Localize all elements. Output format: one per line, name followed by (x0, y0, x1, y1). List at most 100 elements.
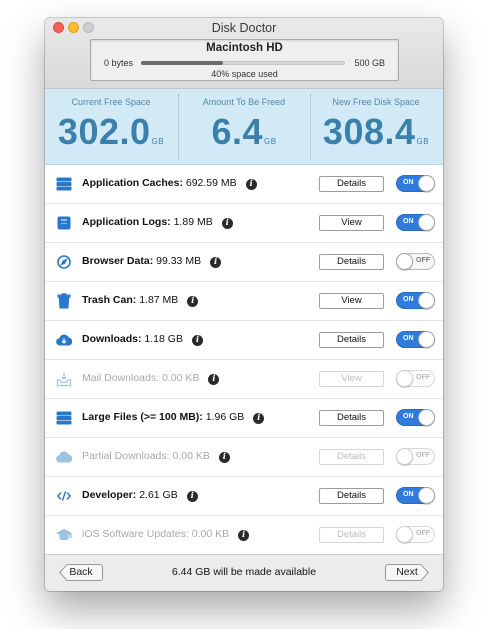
mail-tray-icon (56, 373, 72, 387)
space-summary-panel: Current Free Space 302.0GB Amount To Be … (45, 89, 443, 165)
row-toggle-switch[interactable]: ON (396, 292, 435, 309)
row-size: 1.87 MB (139, 294, 179, 306)
disk-name: Macintosh HD (206, 42, 283, 54)
row-details-button[interactable]: Details (319, 176, 384, 192)
code-icon (56, 491, 72, 501)
info-icon[interactable]: i (253, 413, 265, 424)
row-toggle-switch[interactable]: ON (396, 214, 435, 231)
stat-number: 302.0 (57, 111, 151, 152)
stack-icon (56, 411, 72, 425)
toggle-knob (396, 526, 413, 543)
row-category-name: Downloads: (82, 333, 142, 345)
row-size: 1.18 GB (144, 333, 183, 345)
stat-label: Current Free Space (71, 97, 151, 107)
info-icon[interactable]: i (218, 452, 230, 463)
row-label: Large Files (>= 100 MB): 1.96 GB i (82, 411, 265, 424)
row-toggle-switch[interactable]: OFF (396, 448, 435, 465)
toggle-knob (418, 292, 435, 309)
cleanup-row: Mail Downloads: 0.00 KB i View OFF (45, 360, 443, 399)
stat-current-free-space: Current Free Space 302.0GB (45, 89, 177, 164)
row-toggle-switch[interactable]: OFF (396, 526, 435, 543)
disk-doctor-window: Disk Doctor Macintosh HD 0 bytes 500 GB … (45, 18, 443, 591)
disk-max-label: 500 GB (354, 58, 385, 68)
stat-unit: GB (416, 137, 430, 146)
row-size: 692.59 MB (185, 177, 237, 189)
stat-new-free-disk-space: New Free Disk Space 308.4GB (310, 89, 442, 164)
row-category-name: Application Caches: (82, 177, 183, 189)
stat-value: 6.4GB (178, 111, 310, 153)
stat-number: 308.4 (322, 111, 416, 152)
toggle-knob (396, 370, 413, 387)
footer-status-text: 6.44 GB will be made available (171, 566, 317, 578)
log-box-icon (57, 216, 71, 230)
info-icon[interactable]: i (245, 179, 257, 190)
row-view-button[interactable]: View (319, 215, 384, 231)
toggle-state-label: ON (403, 218, 414, 225)
info-icon[interactable]: i (186, 491, 198, 502)
row-toggle-switch[interactable]: OFF (396, 370, 435, 387)
row-label: Application Caches: 692.59 MB i (82, 177, 257, 190)
row-details-button[interactable]: Details (319, 488, 384, 504)
toggle-state-label: OFF (416, 530, 430, 537)
row-toggle-switch[interactable]: ON (396, 409, 435, 426)
cleanup-category-list: Application Caches: 692.59 MB i Details ON A… (45, 165, 443, 555)
info-icon[interactable]: i (210, 257, 222, 268)
row-details-button[interactable]: Details (319, 449, 384, 465)
info-icon[interactable]: i (191, 335, 203, 346)
row-toggle-switch[interactable]: ON (396, 175, 435, 192)
title-bar: Disk Doctor Macintosh HD 0 bytes 500 GB … (45, 18, 443, 89)
row-label: Developer: 2.61 GB i (82, 489, 198, 502)
disk-usage-text: 40% space used (211, 69, 278, 79)
row-toggle-switch[interactable]: OFF (396, 253, 435, 270)
next-button-label: Next (396, 566, 418, 578)
row-size: 1.89 MB (173, 216, 213, 228)
disk-usage-fill (141, 61, 223, 65)
stat-value: 308.4GB (310, 111, 442, 153)
toggle-state-label: ON (403, 296, 414, 303)
info-icon[interactable]: i (238, 530, 250, 541)
row-details-button[interactable]: Details (319, 254, 384, 270)
row-view-button[interactable]: View (319, 293, 384, 309)
next-button[interactable]: Next (385, 564, 429, 581)
stat-amount-to-be-freed: Amount To Be Freed 6.4GB (178, 89, 310, 164)
info-icon[interactable]: i (208, 374, 220, 385)
stack-icon (56, 177, 72, 191)
row-label: Trash Can: 1.87 MB i (82, 294, 199, 307)
row-size: 99.33 MB (156, 255, 202, 267)
toggle-state-label: ON (403, 413, 414, 420)
footer-bar: Back 6.44 GB will be made available Next (45, 554, 443, 591)
cleanup-row: Trash Can: 1.87 MB i View ON (45, 282, 443, 321)
toggle-knob (396, 253, 413, 270)
row-view-button[interactable]: View (319, 371, 384, 387)
graduation-cap-icon (56, 528, 72, 541)
row-details-button[interactable]: Details (319, 410, 384, 426)
stat-value: 302.0GB (45, 111, 177, 153)
toggle-state-label: OFF (416, 257, 430, 264)
info-icon[interactable]: i (187, 296, 199, 307)
row-details-button[interactable]: Details (319, 527, 384, 543)
row-category-name: Partial Downloads: (82, 450, 170, 462)
row-label: Mail Downloads: 0.00 KB i (82, 372, 220, 385)
cleanup-row: iOS Software Updates: 0.00 KB i Details OFF (45, 516, 443, 555)
row-details-button[interactable]: Details (319, 332, 384, 348)
row-toggle-switch[interactable]: ON (396, 487, 435, 504)
info-icon[interactable]: i (221, 218, 233, 229)
cleanup-row: Partial Downloads: 0.00 KB i Details OFF (45, 438, 443, 477)
row-label: Downloads: 1.18 GB i (82, 333, 203, 346)
toggle-state-label: ON (403, 179, 414, 186)
cleanup-row: Application Logs: 1.89 MB i View ON (45, 204, 443, 243)
stat-label: New Free Disk Space (332, 97, 420, 107)
disk-min-label: 0 bytes (104, 58, 134, 68)
row-category-name: Application Logs: (82, 216, 171, 228)
toggle-state-label: ON (403, 335, 414, 342)
row-size: 0.00 KB (161, 372, 200, 384)
disk-usage-bar (141, 61, 345, 65)
row-label: Partial Downloads: 0.00 KB i (82, 450, 230, 463)
cleanup-row: Large Files (>= 100 MB): 1.96 GB i Details… (45, 399, 443, 438)
row-size: 2.61 GB (139, 489, 178, 501)
row-label: Application Logs: 1.89 MB i (82, 216, 233, 229)
stat-label: Amount To Be Freed (202, 97, 286, 107)
stat-number: 6.4 (211, 111, 263, 152)
row-toggle-switch[interactable]: ON (396, 331, 435, 348)
row-category-name: Mail Downloads: (82, 372, 160, 384)
